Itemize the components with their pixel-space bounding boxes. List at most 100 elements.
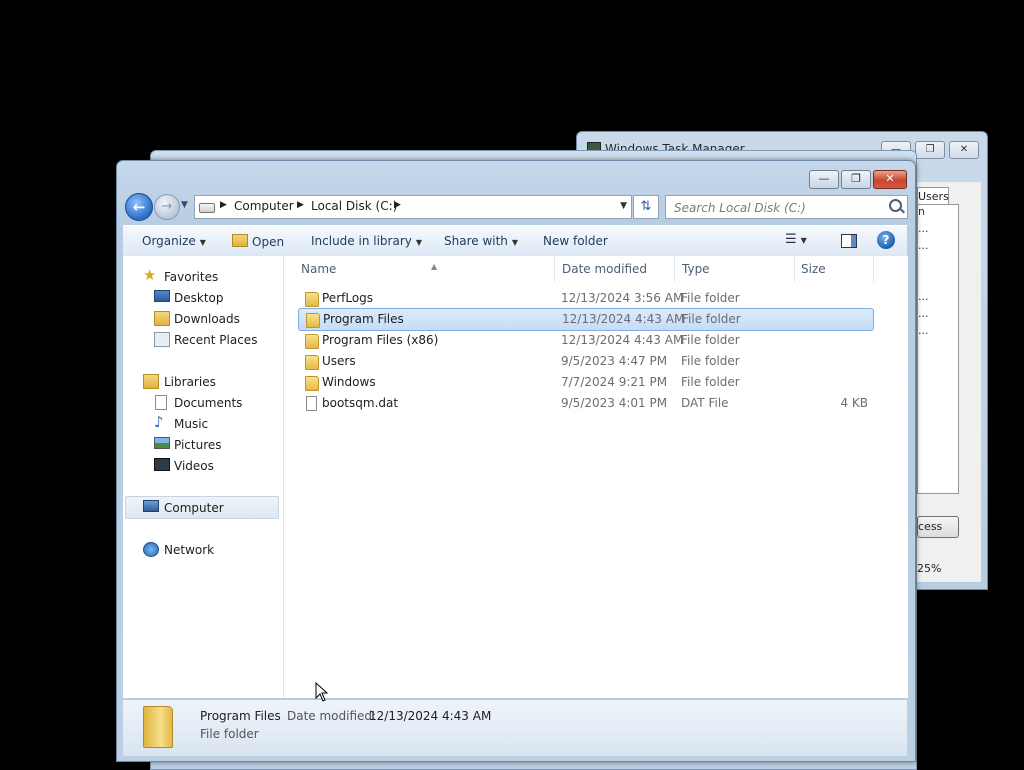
column-header-name[interactable]: Name ▲: [294, 256, 555, 282]
close-button[interactable]: ✕: [873, 170, 907, 189]
computer-icon: [143, 500, 159, 512]
column-header-date-modified[interactable]: Date modified: [555, 256, 675, 282]
end-process-button[interactable]: cess: [917, 516, 959, 538]
refresh-button[interactable]: ⇅: [633, 195, 659, 219]
include-in-library-button[interactable]: Include in library ▼: [311, 234, 422, 248]
navigation-pane[interactable]: ★ Favorites Desktop Downloads Recent Pla…: [123, 256, 284, 698]
task-manager-list[interactable]: n ... ... ... ... ...: [917, 204, 959, 494]
column-label: Date modified: [562, 262, 648, 276]
file-date: 12/13/2024 4:43 AM: [562, 312, 685, 326]
nav-downloads[interactable]: Downloads: [123, 308, 279, 329]
recent-pages-dropdown[interactable]: ▼: [181, 200, 188, 210]
folder-icon: [305, 334, 319, 349]
back-arrow-icon: ←: [132, 198, 146, 216]
file-type: File folder: [681, 333, 740, 347]
preview-pane-icon[interactable]: [841, 234, 857, 248]
breadcrumb-arrow-icon[interactable]: ▶: [394, 200, 401, 210]
minimize-button[interactable]: —: [809, 170, 839, 189]
file-row[interactable]: Program Files (x86) 12/13/2024 4:43 AM F…: [298, 330, 872, 351]
search-box[interactable]: [665, 195, 908, 219]
details-date-label: Date modified:: [287, 709, 377, 723]
breadcrumb-arrow-icon[interactable]: ▶: [297, 200, 304, 210]
open-button[interactable]: Open: [232, 234, 284, 249]
nav-network[interactable]: Network: [123, 539, 279, 560]
documents-icon: [155, 395, 167, 410]
organize-button[interactable]: Organize ▼: [142, 234, 206, 248]
chevron-down-icon: ▼: [800, 236, 807, 245]
pictures-icon: [154, 437, 170, 449]
forward-arrow-icon: →: [161, 199, 173, 214]
file-row[interactable]: bootsqm.dat 9/5/2023 4:01 PM DAT File 4 …: [298, 393, 872, 414]
include-in-library-label: Include in library: [311, 234, 412, 248]
file-name: bootsqm.dat: [322, 396, 399, 410]
explorer-window[interactable]: — ❐ ✕ ← → ▼ ▶ Computer ▶ Local Disk (C:)…: [116, 160, 916, 762]
nav-videos[interactable]: Videos: [123, 455, 279, 476]
file-name: PerfLogs: [322, 291, 374, 305]
file-row[interactable]: Windows 7/7/2024 9:21 PM File folder: [298, 372, 872, 393]
nav-label: Computer: [164, 501, 224, 515]
nav-label: Recent Places: [174, 333, 258, 347]
help-icon[interactable]: ?: [877, 231, 895, 249]
breadcrumb-arrow-icon[interactable]: ▶: [220, 200, 227, 210]
details-type: File folder: [200, 727, 259, 741]
videos-icon: [154, 458, 170, 471]
new-folder-button[interactable]: New folder: [543, 234, 608, 248]
file-type: File folder: [681, 375, 740, 389]
music-icon: ♪: [154, 413, 164, 431]
file-name: Users: [322, 354, 356, 368]
column-header-type[interactable]: Type: [675, 256, 795, 282]
search-input[interactable]: [672, 199, 881, 216]
downloads-icon: [154, 311, 170, 326]
search-icon[interactable]: [889, 199, 902, 212]
nav-music[interactable]: ♪ Music: [123, 413, 279, 434]
breadcrumb-computer[interactable]: Computer: [234, 199, 294, 213]
task-manager-client: Users n ... ... ... ... ... cess 25%: [917, 182, 981, 582]
nav-documents[interactable]: Documents: [123, 392, 279, 413]
nav-label: Music: [174, 417, 209, 431]
views-button[interactable]: ☰ ▼: [785, 232, 807, 247]
tm-restore-button[interactable]: ❐: [915, 141, 945, 159]
nav-label: Network: [164, 543, 215, 557]
file-name: Program Files: [323, 312, 404, 326]
nav-desktop[interactable]: Desktop: [123, 287, 279, 308]
back-button[interactable]: ←: [125, 193, 153, 221]
nav-label: Downloads: [174, 312, 240, 326]
share-with-button[interactable]: Share with ▼: [444, 234, 518, 248]
address-bar[interactable]: ▶ Computer ▶ Local Disk (C:) ▶ ▼: [194, 195, 632, 219]
nav-favorites[interactable]: ★ Favorites: [123, 266, 279, 287]
file-row[interactable]: Users 9/5/2023 4:47 PM File folder: [298, 351, 872, 372]
breadcrumb-local-disk[interactable]: Local Disk (C:): [311, 199, 397, 213]
file-row-selected[interactable]: Program Files 12/13/2024 4:43 AM File fo…: [298, 308, 874, 331]
nav-pictures[interactable]: Pictures: [123, 434, 279, 455]
nav-label: Desktop: [174, 291, 224, 305]
address-dropdown-icon[interactable]: ▼: [620, 201, 627, 211]
open-label: Open: [252, 235, 285, 249]
nav-recent-places[interactable]: Recent Places: [123, 329, 279, 350]
folder-icon: [305, 376, 319, 391]
chevron-down-icon: ▼: [511, 238, 519, 247]
cpu-usage-status: 25%: [917, 562, 942, 575]
libraries-icon: [143, 374, 159, 389]
nav-label: Pictures: [174, 438, 222, 452]
nav-label: Libraries: [164, 375, 216, 389]
details-pane: Program Files Date modified: 12/13/2024 …: [123, 699, 907, 756]
folder-icon: [306, 313, 320, 328]
maximize-button[interactable]: ❐: [841, 170, 871, 189]
file-date: 7/7/2024 9:21 PM: [561, 375, 668, 389]
nav-label: Videos: [174, 459, 214, 473]
nav-computer[interactable]: Computer: [125, 496, 279, 519]
file-type: File folder: [681, 291, 740, 305]
nav-libraries[interactable]: Libraries: [123, 371, 279, 392]
forward-button[interactable]: →: [154, 194, 180, 220]
details-name: Program Files: [200, 709, 281, 723]
column-header-size[interactable]: Size: [795, 256, 874, 282]
chevron-down-icon: ▼: [199, 238, 206, 247]
folder-icon: [305, 292, 319, 307]
file-list[interactable]: Name ▲ Date modified Type Size PerfLogs …: [284, 256, 908, 698]
tm-close-button[interactable]: ✕: [949, 141, 979, 159]
chevron-down-icon: ▼: [415, 238, 423, 247]
list-item: ...: [918, 324, 929, 337]
star-icon: ★: [143, 266, 157, 284]
file-row[interactable]: PerfLogs 12/13/2024 3:56 AM File folder: [298, 288, 872, 309]
organize-label: Organize: [142, 234, 196, 248]
